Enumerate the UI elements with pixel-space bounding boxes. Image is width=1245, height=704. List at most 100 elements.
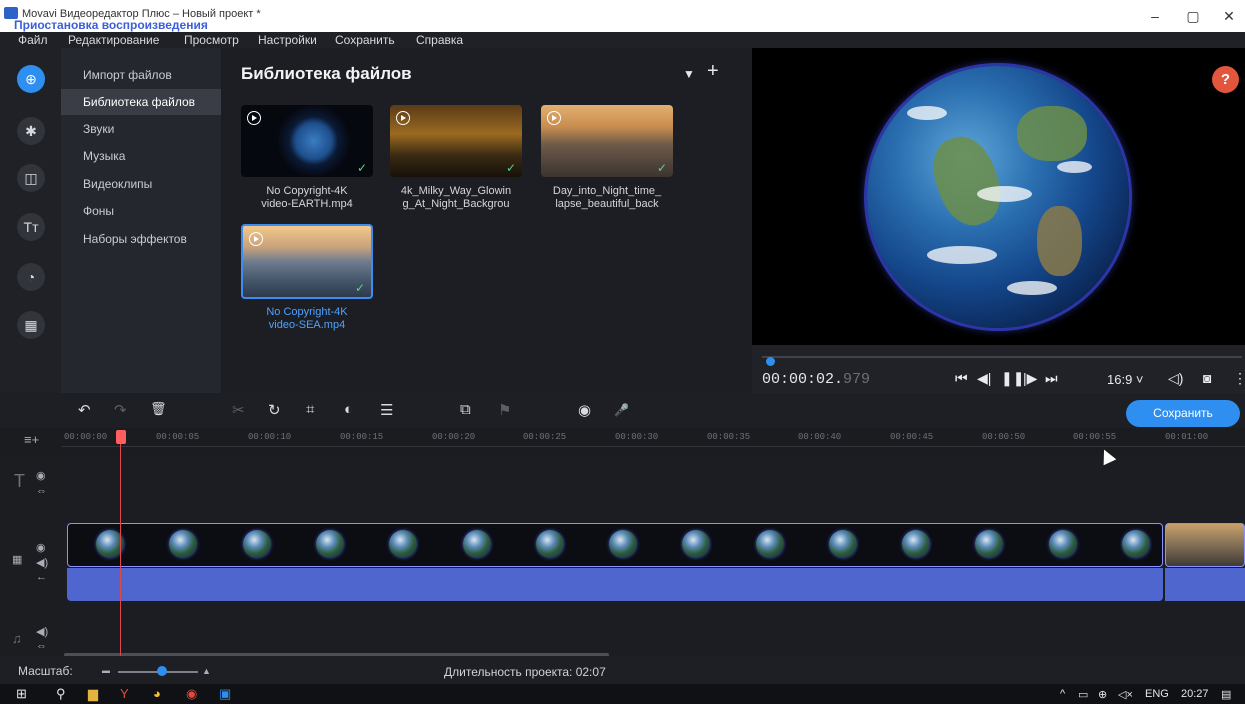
category-file-library[interactable]: Библиотека файлов bbox=[61, 89, 221, 115]
category-effect-packs[interactable]: Наборы эффектов bbox=[83, 232, 187, 246]
seek-handle[interactable] bbox=[766, 357, 775, 366]
system-clock[interactable]: 20:27 bbox=[1181, 688, 1209, 700]
ruler-label: 00:00:00 bbox=[64, 432, 108, 442]
help-button[interactable]: ? bbox=[1212, 66, 1239, 93]
tray-globe-icon[interactable]: ⊕ bbox=[1098, 688, 1107, 701]
delete-icon[interactable]: 🗑 bbox=[150, 401, 167, 417]
import-categories: Импорт файлов Библиотека файлов Звуки Му… bbox=[61, 48, 221, 393]
audio-mute-icon[interactable]: ◀) bbox=[36, 625, 48, 638]
snapshot-icon[interactable]: ◙ bbox=[1203, 370, 1211, 386]
marker-icon[interactable]: ⚑ bbox=[498, 401, 511, 419]
minimize-button[interactable]: – bbox=[1140, 8, 1170, 24]
title-track[interactable] bbox=[62, 455, 1245, 515]
export-save-button[interactable]: Сохранить bbox=[1126, 400, 1240, 427]
rotate-icon[interactable]: ↻ bbox=[268, 401, 281, 419]
overlay-icon[interactable]: ⧉ bbox=[460, 401, 471, 418]
play-icon bbox=[396, 111, 410, 125]
transitions-icon[interactable]: ◫ bbox=[17, 164, 45, 192]
pause-icon[interactable]: ❚❚ bbox=[1001, 370, 1024, 387]
category-videoclips[interactable]: Видеоклипы bbox=[83, 177, 152, 191]
start-icon[interactable]: ⊞ bbox=[16, 686, 27, 702]
zoom-slider-handle[interactable] bbox=[157, 666, 167, 676]
movavi-taskbar-icon[interactable]: ▣ bbox=[219, 686, 231, 702]
aspect-ratio-select[interactable]: 16:9 ˅ bbox=[1107, 372, 1144, 387]
menu-settings[interactable]: Настройки bbox=[258, 33, 317, 47]
playback-status-overlay: Приостановка воспроизведения bbox=[14, 18, 208, 32]
music-track-header: ♫ ◀) ⇔ bbox=[0, 605, 62, 653]
video-clip-earth[interactable] bbox=[67, 523, 1163, 567]
volume-icon[interactable]: ◁) bbox=[1168, 370, 1183, 387]
color-adjust-icon[interactable]: ◐ bbox=[344, 401, 353, 418]
screen-recorder-icon[interactable]: ◉ bbox=[186, 686, 197, 702]
yandex-browser-icon[interactable]: Y bbox=[120, 686, 129, 701]
seek-bar[interactable] bbox=[762, 356, 1242, 358]
play-icon bbox=[247, 111, 261, 125]
next-frame-icon[interactable]: |▶ bbox=[1023, 370, 1037, 387]
clip-properties-icon[interactable]: ☰ bbox=[380, 401, 393, 419]
go-to-end-icon[interactable]: ⏭ bbox=[1045, 370, 1058, 387]
titles-icon[interactable]: Tт bbox=[17, 213, 45, 241]
audio-clip-earth[interactable] bbox=[67, 568, 1163, 601]
file-thumb-milky-way[interactable]: ✓ bbox=[390, 105, 522, 177]
audio-clip-next[interactable] bbox=[1165, 568, 1245, 601]
undo-icon[interactable]: ↶ bbox=[78, 401, 91, 419]
zoom-in-icon[interactable]: ▲ bbox=[202, 666, 211, 676]
import-icon[interactable]: ⊕ bbox=[17, 65, 45, 93]
playhead-handle[interactable] bbox=[116, 430, 126, 444]
scale-label: Масштаб: bbox=[18, 664, 73, 678]
file-thumb-day-into-night[interactable]: ✓ bbox=[541, 105, 673, 177]
video-clip-next[interactable] bbox=[1165, 523, 1245, 567]
ruler-label: 00:00:45 bbox=[890, 432, 934, 442]
keyboard-language[interactable]: ENG bbox=[1145, 688, 1169, 700]
more-tools-icon[interactable]: ▦ bbox=[17, 311, 45, 339]
add-file-icon[interactable]: + bbox=[707, 60, 719, 83]
effects-wand-icon[interactable]: ✱ bbox=[17, 117, 45, 145]
music-track[interactable] bbox=[62, 605, 1245, 653]
file-thumb-earth[interactable]: ✓ bbox=[241, 105, 373, 177]
menu-view[interactable]: Просмотр bbox=[184, 33, 239, 47]
ruler-label: 00:00:40 bbox=[798, 432, 842, 442]
menu-file[interactable]: Файл bbox=[18, 33, 48, 47]
microphone-icon[interactable]: 🎤 bbox=[614, 403, 629, 417]
title-track-header: T ◉ ⇔ bbox=[0, 455, 62, 515]
search-icon[interactable]: ⚲ bbox=[56, 686, 66, 702]
link-icon[interactable]: ⇔ bbox=[36, 640, 47, 652]
previous-frame-icon[interactable]: ◀| bbox=[977, 370, 991, 387]
chrome-icon[interactable]: ◕ bbox=[153, 686, 161, 701]
add-track-icon[interactable]: ≡+ bbox=[24, 432, 39, 447]
category-sounds[interactable]: Звуки bbox=[83, 122, 114, 136]
menu-help[interactable]: Справка bbox=[416, 33, 463, 47]
link-icon[interactable]: ⇔ bbox=[36, 485, 47, 497]
tray-overflow-icon[interactable]: ^ bbox=[1060, 688, 1065, 700]
ruler-label: 00:00:25 bbox=[523, 432, 567, 442]
webcam-record-icon[interactable]: ◉ bbox=[578, 401, 591, 419]
zoom-out-icon[interactable]: ▬ bbox=[102, 666, 110, 675]
visibility-eye-icon[interactable]: ◉ bbox=[36, 541, 46, 554]
category-import-files[interactable]: Импорт файлов bbox=[83, 68, 172, 82]
category-music[interactable]: Музыка bbox=[83, 149, 125, 163]
tray-network-icon[interactable]: ▭ bbox=[1078, 688, 1088, 701]
used-check-icon: ✓ bbox=[354, 281, 365, 295]
audio-mute-icon[interactable]: ◀) bbox=[36, 556, 48, 569]
file-explorer-icon[interactable]: ▆ bbox=[88, 686, 98, 702]
split-icon[interactable]: ✂ bbox=[232, 401, 245, 419]
file-thumb-sea[interactable]: ✓ bbox=[241, 224, 373, 299]
more-options-icon[interactable]: ⋮ bbox=[1233, 370, 1245, 387]
link-icon[interactable]: ← bbox=[36, 571, 47, 583]
filter-icon[interactable]: ▼ bbox=[683, 67, 695, 81]
close-button[interactable]: ✕ bbox=[1214, 8, 1244, 25]
maximize-button[interactable]: ▢ bbox=[1178, 8, 1208, 25]
visibility-eye-icon[interactable]: ◉ bbox=[36, 469, 46, 482]
tray-volume-icon[interactable]: ◁× bbox=[1118, 688, 1133, 701]
crop-icon[interactable]: ⌗ bbox=[306, 401, 314, 418]
go-to-start-icon[interactable]: ⏮ bbox=[955, 370, 968, 387]
video-track-header: ▦ ◉ ◀) ← bbox=[0, 515, 62, 605]
category-backgrounds[interactable]: Фоны bbox=[83, 204, 114, 218]
file-name-sea: No Copyright-4K video-SEA.mp4 bbox=[266, 306, 348, 331]
timeline-ruler[interactable]: 00:00:00 00:00:05 00:00:10 00:00:15 00:0… bbox=[0, 428, 1245, 455]
stickers-icon[interactable]: ◔ bbox=[17, 263, 45, 291]
redo-icon[interactable]: ↷ bbox=[114, 401, 127, 419]
menu-edit[interactable]: Редактирование bbox=[68, 33, 159, 47]
menu-save[interactable]: Сохранить bbox=[335, 33, 395, 47]
notifications-icon[interactable]: ▤ bbox=[1221, 688, 1231, 701]
